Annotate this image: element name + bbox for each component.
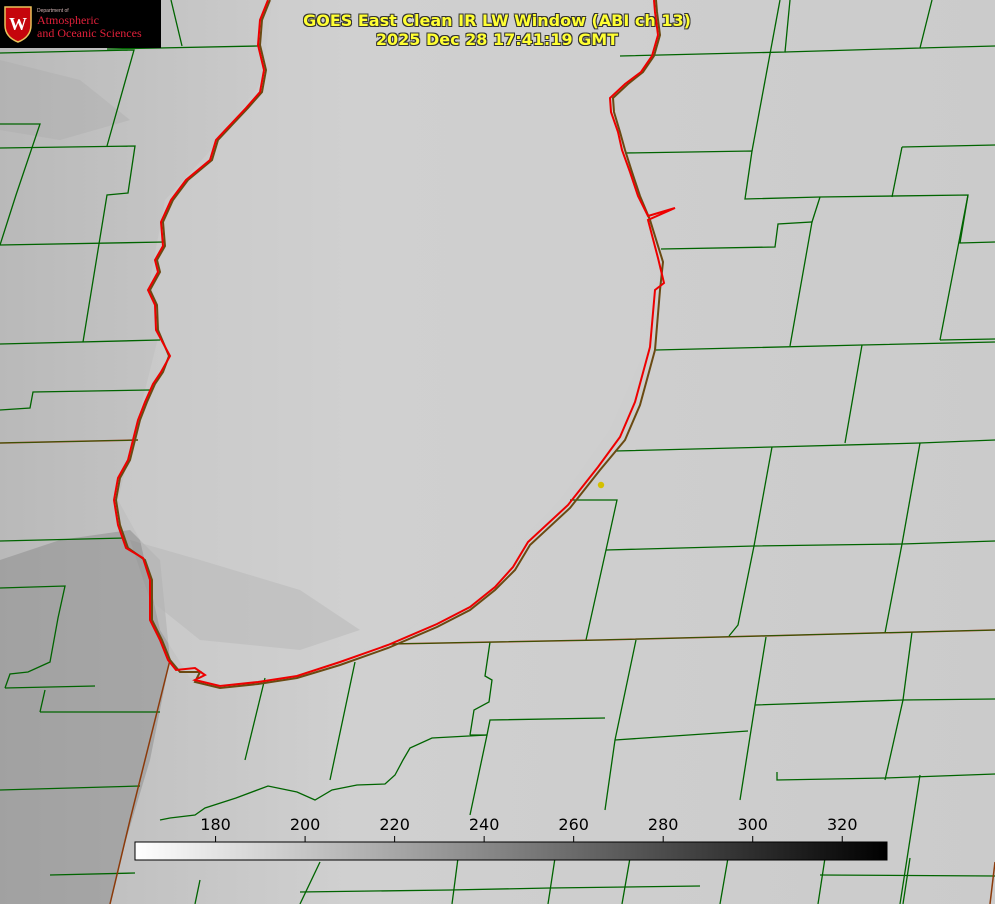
- image-title: GOES East Clean IR LW Window (ABI ch 13)…: [260, 11, 734, 49]
- colorbar-tick-label: 320: [827, 815, 858, 834]
- uw-aos-logo: W Department of Atmospheric and Oceanic …: [0, 0, 161, 48]
- colorbar-tick-label: 220: [379, 815, 410, 834]
- colorbar-tick-label: 180: [200, 815, 231, 834]
- uw-crest-icon: W: [4, 6, 32, 43]
- colorbar-gradient: [134, 841, 888, 861]
- title-timestamp: 2025 Dec 28 17:41:19 GMT: [375, 30, 619, 49]
- logo-text: Department of Atmospheric and Oceanic Sc…: [37, 8, 142, 40]
- logo-line-1: Atmospheric: [37, 13, 99, 28]
- colorbar-tick-label: 240: [469, 815, 500, 834]
- station-marker: [597, 481, 605, 489]
- colorbar-tick-label: 260: [558, 815, 589, 834]
- logo-line-2: and Oceanic Sciences: [37, 25, 142, 40]
- satellite-map: 180 200 220 240 260 280 300 320: [0, 0, 995, 904]
- uw-crest-letter: W: [9, 14, 27, 34]
- title-product: GOES East Clean IR LW Window (ABI ch 13): [303, 11, 691, 30]
- colorbar-tick-label: 200: [290, 815, 321, 834]
- colorbar-tick-label: 280: [648, 815, 679, 834]
- satellite-image-viewer: 180 200 220 240 260 280 300 320 W Department of…: [0, 0, 995, 904]
- colorbar-tick-label: 300: [737, 815, 768, 834]
